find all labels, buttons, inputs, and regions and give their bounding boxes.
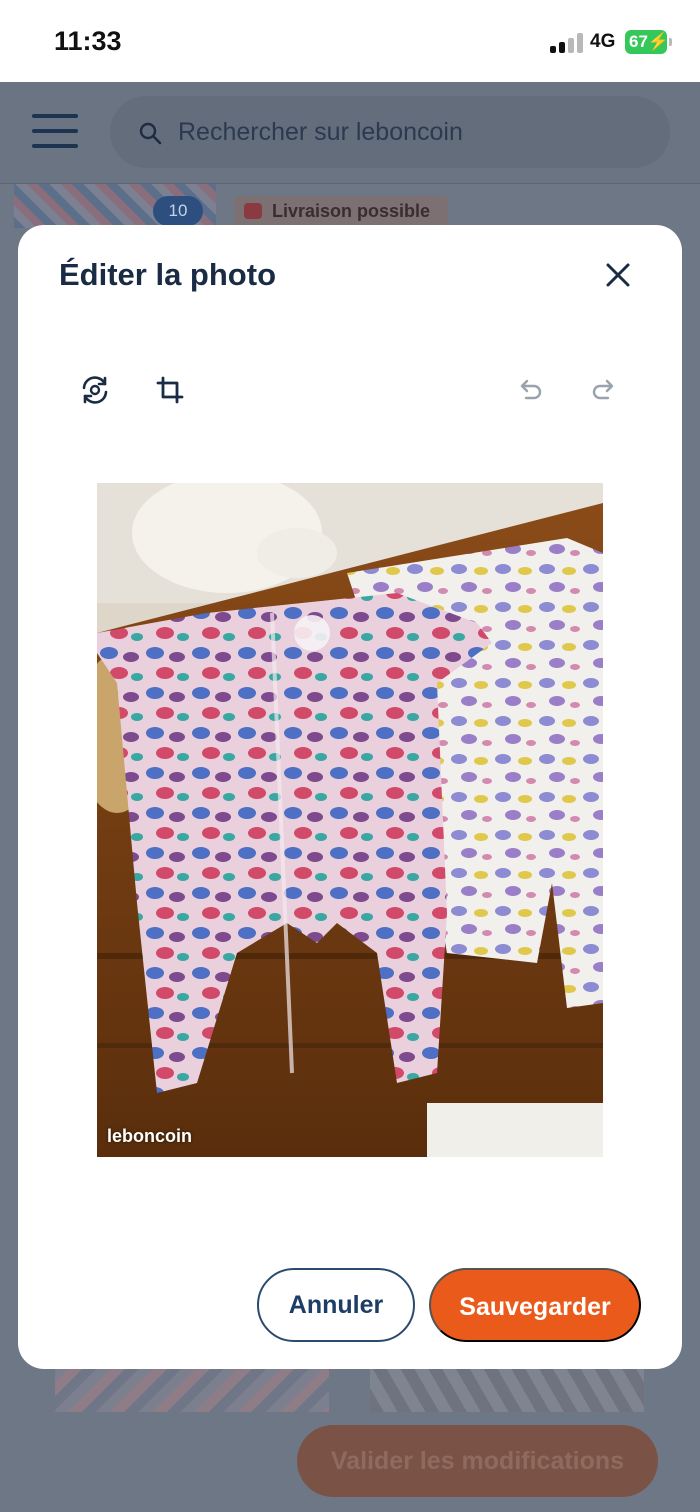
delivery-icon <box>244 203 262 219</box>
menu-icon[interactable] <box>32 114 78 150</box>
search-placeholder: Rechercher sur leboncoin <box>178 118 463 146</box>
delivery-badge-label: Livraison possible <box>272 201 431 221</box>
battery-level: 67 <box>629 32 648 51</box>
photo-card <box>370 1368 644 1412</box>
cancel-button[interactable]: Annuler <box>257 1268 415 1342</box>
close-icon[interactable] <box>598 255 638 295</box>
crop-icon <box>156 376 184 404</box>
delivery-badge: Livraison possible <box>234 196 448 226</box>
network-type: 4G <box>590 31 616 52</box>
crop-button[interactable] <box>150 370 190 410</box>
rotate-button[interactable] <box>75 370 115 410</box>
battery-tip <box>669 38 672 46</box>
photo-watermark: leboncoin <box>107 1126 192 1146</box>
undo-icon <box>520 379 542 400</box>
validate-button[interactable]: Valider les modifications <box>297 1425 658 1497</box>
photo-card <box>55 1368 329 1412</box>
save-button[interactable]: Sauvegarder <box>429 1268 641 1342</box>
redo-button[interactable] <box>584 370 624 410</box>
undo-button[interactable] <box>510 370 550 410</box>
rotate-icon <box>82 376 108 404</box>
status-time: 11:33 <box>54 26 122 56</box>
signal-icon <box>550 33 584 53</box>
battery-icon: 67⚡ <box>625 30 669 54</box>
edit-photo-modal: Éditer la photo leboncoin Annuler Sauveg… <box>18 225 682 1369</box>
photo-preview[interactable]: leboncoin <box>97 483 603 1157</box>
search-icon <box>139 122 162 145</box>
modal-title: Éditer la photo <box>59 257 276 292</box>
redo-icon <box>592 379 614 400</box>
status-bar: 11:33 4G 67⚡ <box>0 0 700 82</box>
photo-image <box>97 483 603 1157</box>
photo-count-badge: 10 <box>153 196 203 226</box>
